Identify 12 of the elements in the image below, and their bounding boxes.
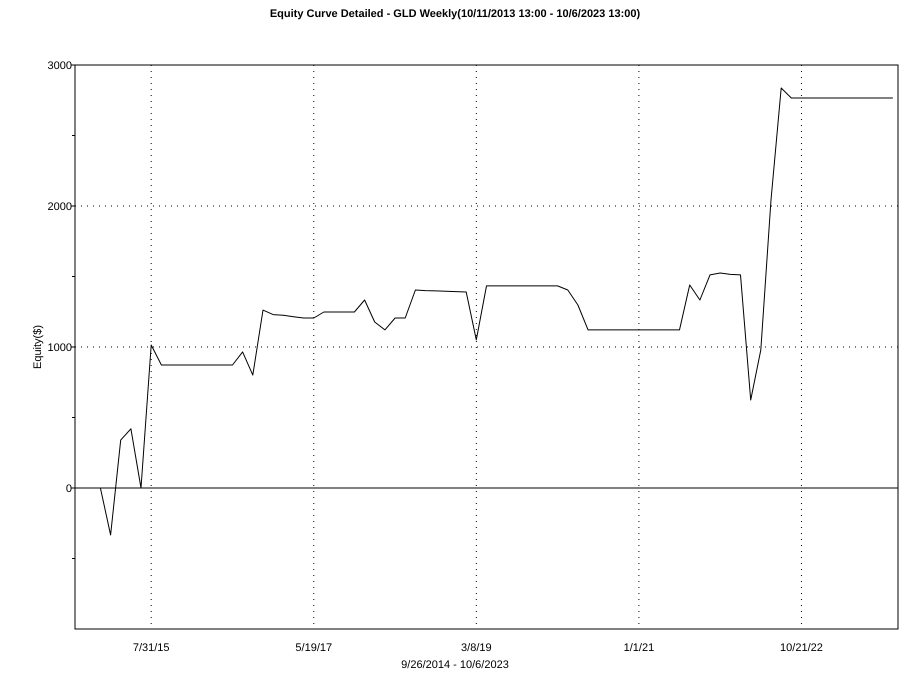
x-tick-label: 5/19/17: [295, 642, 332, 654]
x-tick-label: 7/31/15: [132, 642, 170, 654]
chart-title: Equity Curve Detailed - GLD Weekly(10/11/2013 13:00 - 10/6/2023 13:00): [270, 8, 640, 20]
y-tick-label: 0: [66, 483, 72, 495]
y-tick-label: 1000: [48, 342, 72, 354]
y-axis-label: Equity($): [32, 324, 44, 370]
x-tick-label: 10/21/22: [780, 642, 823, 654]
x-tick-label: 1/1/21: [624, 642, 654, 654]
x-tick-label: 3/8/19: [461, 642, 492, 654]
y-tick-label: 3000: [48, 60, 72, 72]
y-tick-label: 2000: [48, 201, 72, 213]
x-axis-label: 9/26/2014 - 10/6/2023: [401, 659, 509, 671]
